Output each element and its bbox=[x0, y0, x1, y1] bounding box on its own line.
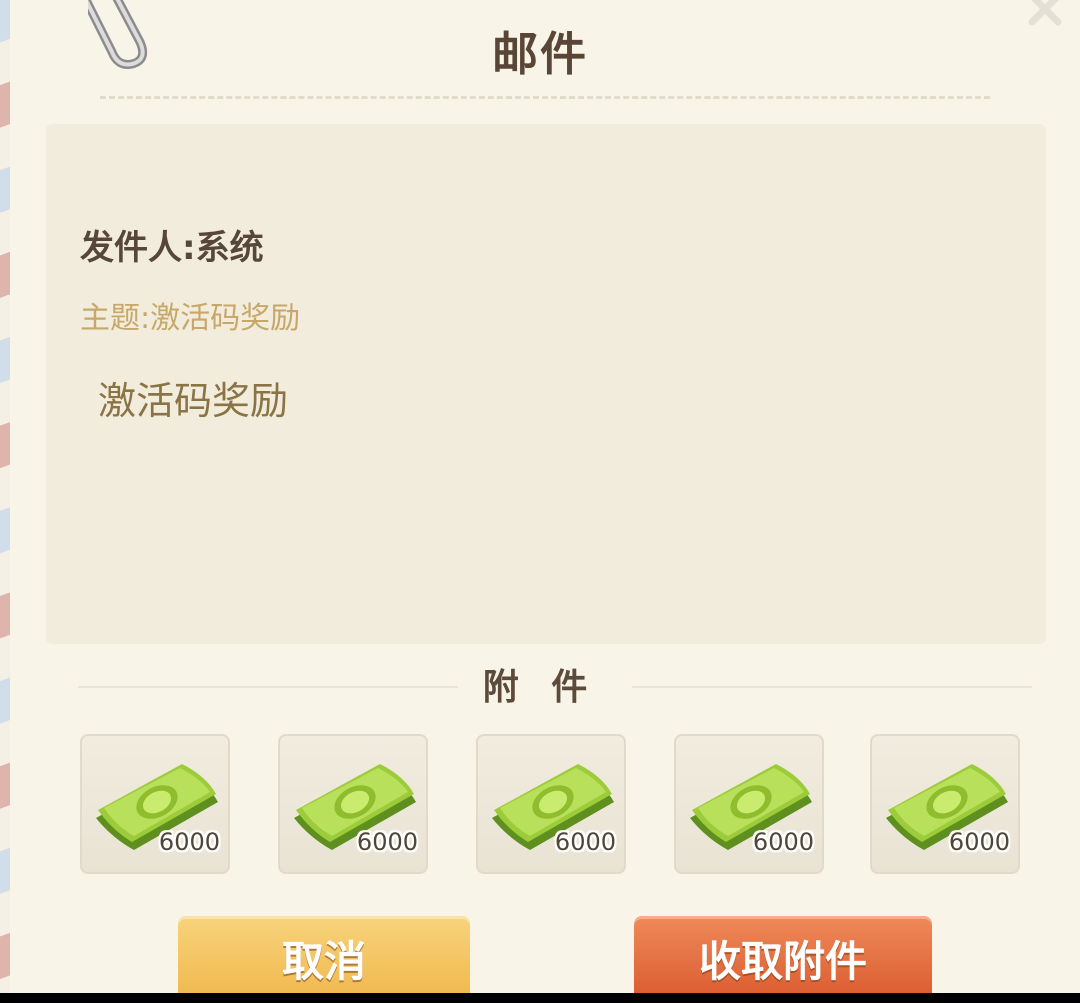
attachment-slot[interactable]: 6000 bbox=[278, 734, 428, 874]
title-divider bbox=[100, 96, 990, 99]
attachments-title: 附 件 bbox=[482, 667, 598, 708]
attachment-slot[interactable]: 6000 bbox=[80, 734, 230, 874]
collect-attachments-button[interactable]: 收取附件 bbox=[634, 916, 932, 1003]
attachment-count: 6000 bbox=[158, 828, 220, 856]
page-title: 邮件 bbox=[492, 27, 588, 81]
screen-bottom-edge bbox=[0, 993, 1080, 1003]
attachment-count: 6000 bbox=[356, 828, 418, 856]
mail-sender: 发件人:系统 bbox=[80, 228, 264, 268]
airmail-border bbox=[0, 0, 10, 1003]
mail-subject: 主题:激活码奖励 bbox=[80, 301, 301, 336]
attachment-count: 6000 bbox=[752, 828, 814, 856]
attachment-count: 6000 bbox=[948, 828, 1010, 856]
mail-body: 激活码奖励 bbox=[98, 379, 289, 423]
attachment-count: 6000 bbox=[554, 828, 616, 856]
attachment-list: 6000 6000 6000 6000 6000 bbox=[80, 734, 1020, 874]
attachment-slot[interactable]: 6000 bbox=[476, 734, 626, 874]
attachment-slot[interactable]: 6000 bbox=[674, 734, 824, 874]
cancel-button[interactable]: 取消 bbox=[178, 916, 470, 1003]
attachment-slot[interactable]: 6000 bbox=[870, 734, 1020, 874]
